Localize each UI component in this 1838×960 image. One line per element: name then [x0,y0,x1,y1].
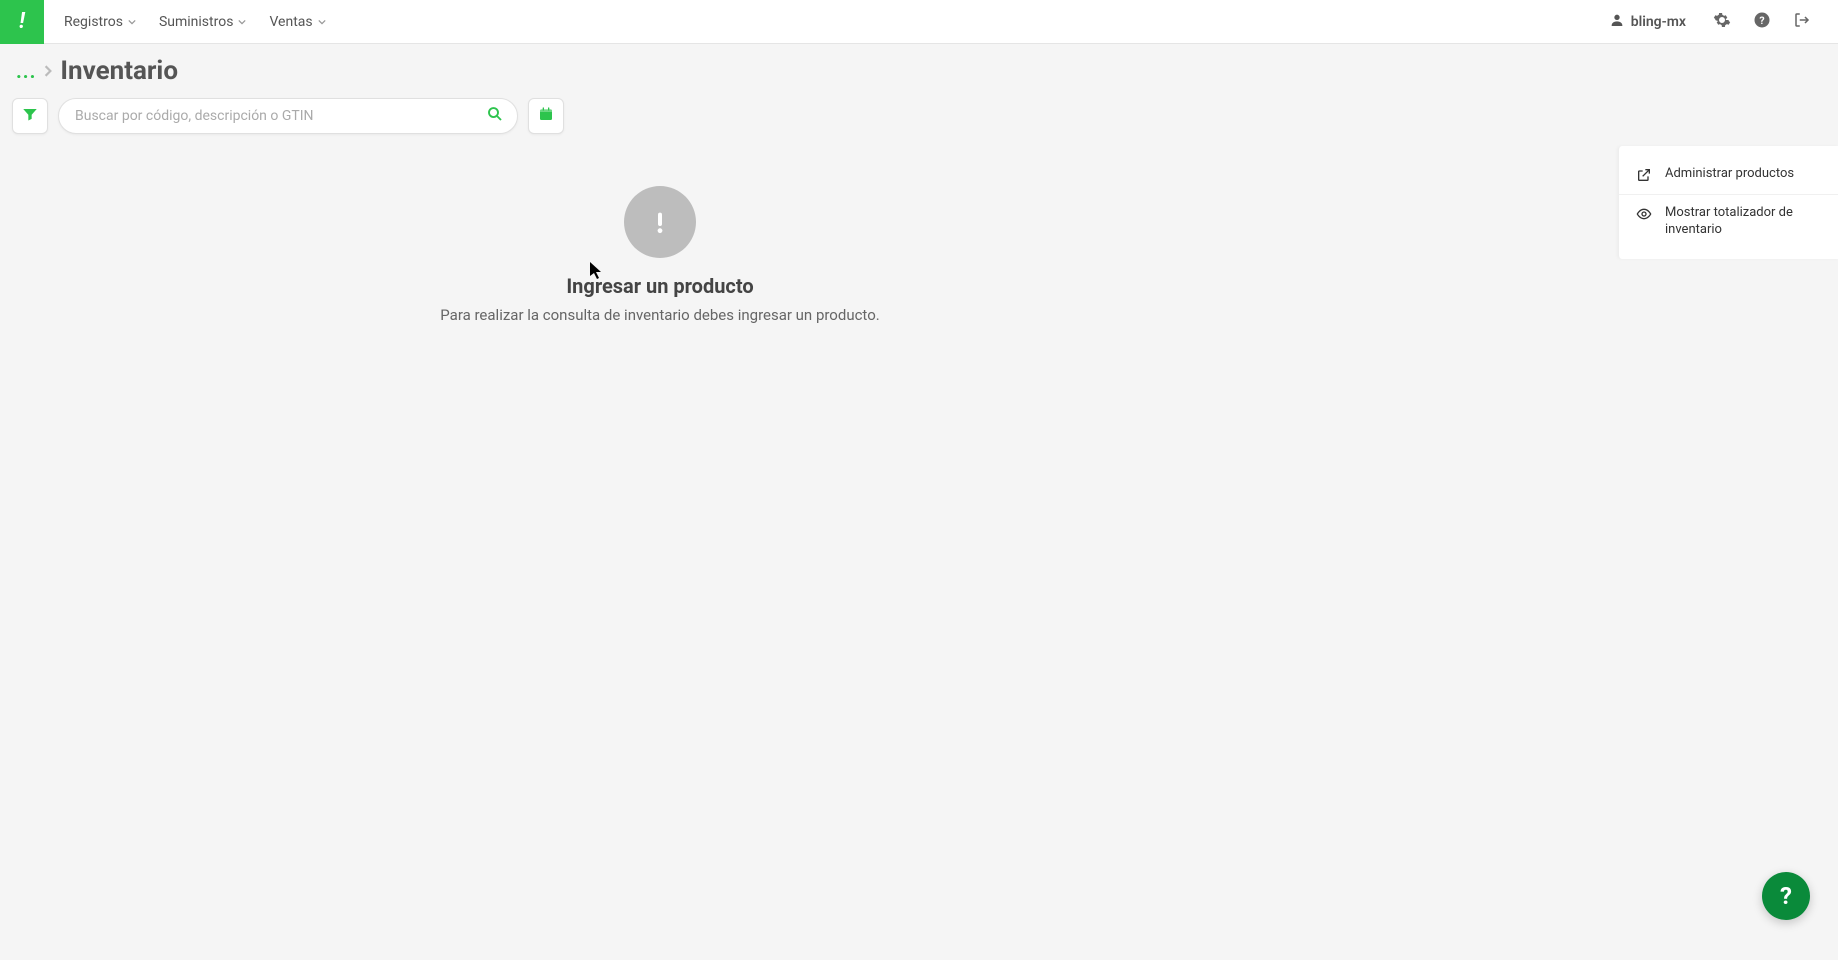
logout-icon [1793,11,1811,33]
search-submit-button[interactable] [483,104,507,128]
help-fab[interactable]: ? [1762,872,1810,920]
nav-item-label: Suministros [159,14,233,30]
search-icon [486,105,504,127]
nav-menu: Registros Suministros Ventas [64,14,327,30]
nav-item-label: Ventas [269,14,312,30]
chevron-right-icon [42,65,54,77]
content-column: Ingresar un producto Para realizar la co… [0,146,1618,960]
nav-item-label: Registros [64,14,123,30]
exclamation-circle-icon [624,186,696,258]
top-nav: ! Registros Suministros Ventas bling-mx [0,0,1838,44]
side-item-show-totalizer[interactable]: Mostrar totalizador de inventario [1619,195,1838,249]
empty-subtitle: Para realizar la consulta de inventario … [440,306,879,324]
help-button[interactable]: ? [1746,6,1778,38]
chevron-down-icon [127,17,137,27]
side-item-label: Mostrar totalizador de inventario [1665,205,1822,239]
empty-state: Ingresar un producto Para realizar la co… [260,186,1060,324]
filter-button[interactable] [12,98,48,134]
side-item-manage-products[interactable]: Administrar productos [1619,156,1838,195]
user-icon [1609,12,1625,32]
question-circle-icon: ? [1753,11,1771,33]
toolbar [0,92,1838,146]
page-header: ... Inventario [0,44,1838,92]
chevron-down-icon [237,17,247,27]
nav-item-registros[interactable]: Registros [64,14,137,30]
nav-item-suministros[interactable]: Suministros [159,14,247,30]
user-menu[interactable]: bling-mx [1609,12,1686,32]
breadcrumb-root[interactable]: ... [16,59,36,83]
filter-icon [22,106,38,126]
app-logo[interactable]: ! [0,0,44,44]
external-link-icon [1635,166,1653,184]
logout-button[interactable] [1786,6,1818,38]
calendar-icon [538,106,554,126]
nav-item-ventas[interactable]: Ventas [269,14,326,30]
main-area: Ingresar un producto Para realizar la co… [0,146,1838,960]
eye-icon [1635,205,1653,223]
gear-icon [1713,11,1731,33]
page-title: Inventario [60,56,178,86]
svg-text:?: ? [1759,13,1764,26]
calendar-button[interactable] [528,98,564,134]
side-item-label: Administrar productos [1665,166,1794,183]
chevron-down-icon [317,17,327,27]
side-panel: Administrar productos Mostrar totalizado… [1618,146,1838,259]
empty-title: Ingresar un producto [566,274,753,298]
search-input[interactable] [75,108,477,124]
user-name: bling-mx [1631,14,1686,30]
question-mark-icon: ? [1780,882,1792,910]
settings-button[interactable] [1706,6,1738,38]
search-field-wrap [58,98,518,134]
